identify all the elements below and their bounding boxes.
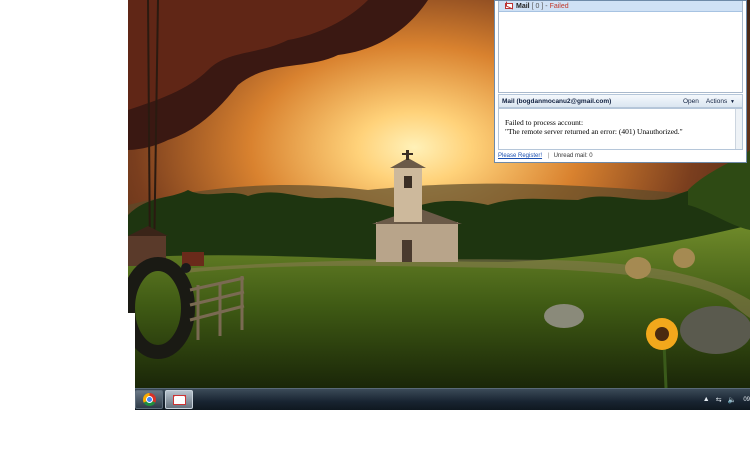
- register-link[interactable]: Please Register!: [498, 153, 542, 159]
- clock[interactable]: 09: [743, 397, 750, 403]
- error-message-panel: Failed to process account: "The remote s…: [498, 108, 743, 150]
- show-hidden-icons-icon[interactable]: ▲: [703, 396, 710, 403]
- system-tray: ▲ ⇆ 🔈 09: [697, 389, 750, 410]
- taskbar-gmail-notifier-button[interactable]: [165, 390, 193, 409]
- footer-separator: |: [548, 153, 550, 159]
- hay-bale: [625, 257, 651, 279]
- actions-menu[interactable]: Actions ▼: [706, 98, 735, 105]
- hay-bale: [673, 248, 695, 268]
- account-name: Mail: [516, 2, 530, 10]
- unread-count: [ 0 ] -: [531, 2, 548, 10]
- account-status: Failed: [549, 2, 569, 10]
- rock: [680, 306, 750, 354]
- gmail-envelope-icon: [505, 3, 513, 9]
- taskbar-chrome-button[interactable]: [135, 390, 163, 409]
- mail-account-list[interactable]: Mail [ 0 ] - Failed: [498, 1, 743, 93]
- network-icon[interactable]: ⇆: [716, 396, 722, 404]
- chevron-down-icon: ▼: [730, 98, 735, 105]
- error-line-1: Failed to process account:: [505, 118, 584, 127]
- unread-mail-count: Unread mail: 0: [553, 153, 593, 159]
- mail-footer: Please Register! | Unread mail: 0: [498, 151, 743, 161]
- taskbar: ▲ ⇆ 🔈 09: [135, 388, 750, 410]
- volume-icon[interactable]: 🔈: [728, 396, 737, 404]
- mail-account-title: Mail (bogdanmocanu2@gmail.com): [502, 97, 612, 105]
- actions-label: Actions: [705, 97, 728, 105]
- error-line-2: "The remote server returned an error: (4…: [505, 127, 683, 136]
- open-button[interactable]: Open: [683, 98, 699, 105]
- mail-notifier-window[interactable]: Mail [ 0 ] - Failed Mail (bogdanmocanu2@…: [494, 0, 747, 163]
- chrome-icon: [142, 393, 156, 406]
- mail-account-row[interactable]: Mail [ 0 ] - Failed: [499, 1, 742, 12]
- rock: [544, 304, 584, 328]
- wallpaper-notch: [128, 313, 135, 413]
- scrollbar[interactable]: [735, 109, 742, 149]
- mail-details-header: Mail (bogdanmocanu2@gmail.com) Open Acti…: [498, 94, 743, 108]
- gmail-icon: [172, 394, 186, 405]
